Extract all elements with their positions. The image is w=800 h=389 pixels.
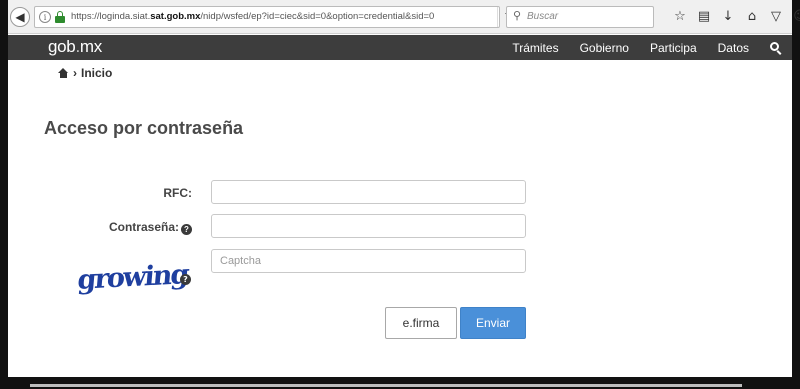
captcha-help-icon[interactable]: ? bbox=[180, 274, 191, 285]
frame-left bbox=[0, 0, 8, 389]
url-text[interactable]: https://loginda.siat.sat.gob.mx/nidp/wsf… bbox=[71, 11, 434, 22]
star-icon[interactable]: ☆ bbox=[668, 7, 692, 27]
breadcrumb: › Inicio bbox=[58, 66, 112, 80]
logo-part1: gob bbox=[48, 37, 76, 56]
breadcrumb-separator: › bbox=[73, 66, 77, 80]
frame-right bbox=[792, 0, 800, 389]
url-domain: sat.gob.mx bbox=[150, 11, 201, 22]
url-prefix: https://loginda.siat. bbox=[71, 11, 151, 22]
home-icon[interactable]: ⌂ bbox=[740, 7, 764, 27]
captcha-input[interactable] bbox=[211, 249, 526, 273]
search-icon: ⚲ bbox=[513, 9, 522, 22]
password-help-icon[interactable]: ? bbox=[181, 224, 192, 235]
nav-participa[interactable]: Participa bbox=[650, 41, 697, 55]
rfc-label-text: RFC: bbox=[163, 186, 192, 200]
horizontal-scrollbar[interactable] bbox=[30, 384, 742, 387]
back-button[interactable]: ◀ bbox=[10, 7, 30, 27]
lock-icon[interactable] bbox=[55, 11, 65, 23]
submit-button[interactable]: Enviar bbox=[460, 307, 526, 339]
frame-bottom bbox=[0, 377, 800, 389]
nav-datos[interactable]: Datos bbox=[718, 41, 749, 55]
url-path: /nidp/wsfed/ep?id=ciec&sid=0&option=cred… bbox=[200, 11, 435, 22]
rfc-input[interactable] bbox=[211, 180, 526, 204]
captcha-image: growing bbox=[76, 259, 189, 296]
breadcrumb-home-icon[interactable] bbox=[58, 68, 69, 78]
rfc-label: RFC: bbox=[120, 186, 192, 200]
main-nav: Trámites Gobierno Participa Datos bbox=[491, 35, 782, 60]
back-arrow-icon: ◀ bbox=[15, 10, 25, 24]
password-input[interactable] bbox=[211, 214, 526, 238]
search-placeholder: Buscar bbox=[527, 11, 559, 22]
pocket-icon[interactable]: ▽ bbox=[764, 7, 788, 27]
reading-list-icon[interactable]: ▤ bbox=[692, 7, 716, 27]
captcha-image-text: growing bbox=[76, 259, 189, 296]
browser-search-box[interactable]: ⚲ Buscar bbox=[506, 6, 654, 28]
breadcrumb-current[interactable]: Inicio bbox=[81, 66, 112, 80]
site-header: gob.mx Trámites Gobierno Participa Datos bbox=[8, 35, 792, 60]
nav-search-icon[interactable] bbox=[770, 41, 782, 55]
toolbar-icons: ☆ ▤ ↓ ⌂ ▽ ☺ bbox=[668, 7, 800, 27]
nav-gobierno[interactable]: Gobierno bbox=[580, 41, 629, 55]
nav-tramites[interactable]: Trámites bbox=[512, 41, 558, 55]
password-label-text: Contraseña: bbox=[108, 220, 179, 234]
browser-toolbar: ◀ i https://loginda.siat.sat.gob.mx/nidp… bbox=[8, 0, 800, 34]
logo-part2: mx bbox=[79, 37, 102, 56]
address-bar[interactable]: i https://loginda.siat.sat.gob.mx/nidp/w… bbox=[34, 6, 515, 28]
smiley-icon[interactable]: ☺ bbox=[788, 7, 800, 27]
efirma-button[interactable]: e.firma bbox=[385, 307, 457, 339]
download-icon[interactable]: ↓ bbox=[716, 7, 740, 27]
password-label: Contraseña:? bbox=[96, 220, 192, 235]
gob-mx-logo[interactable]: gob.mx bbox=[48, 37, 102, 57]
page-title: Acceso por contraseña bbox=[44, 118, 244, 138]
info-icon[interactable]: i bbox=[39, 11, 51, 23]
captcha-help: ? bbox=[178, 266, 191, 285]
